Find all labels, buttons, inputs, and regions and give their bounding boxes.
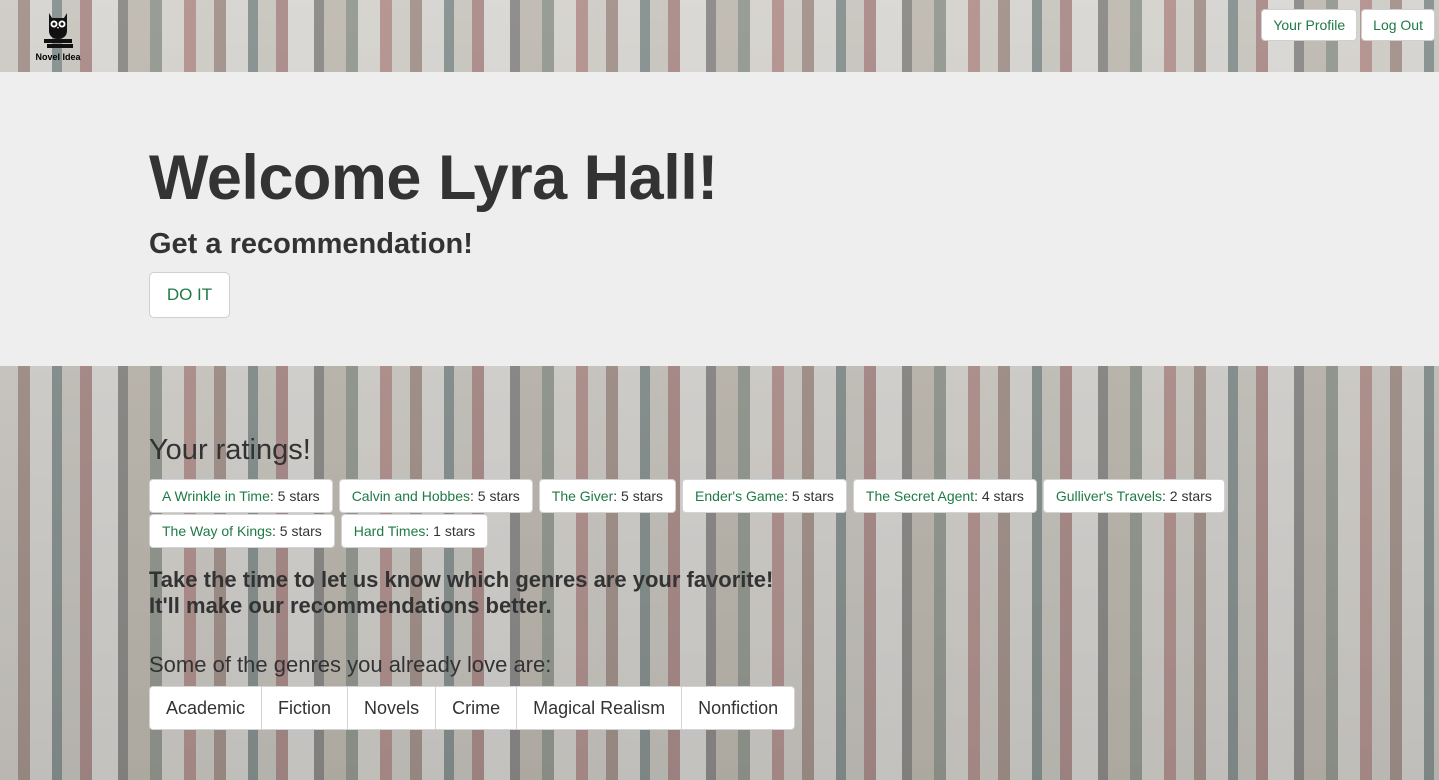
rating-book-link[interactable]: Ender's Game	[695, 488, 784, 504]
rating-book-link[interactable]: Hard Times	[354, 523, 426, 539]
rating-book-link[interactable]: The Giver	[552, 488, 613, 504]
favorite-genres-heading: Some of the genres you already love are:	[149, 652, 552, 677]
rating-book-link[interactable]: A Wrinkle in Time	[162, 488, 270, 504]
rating-item: A Wrinkle in Time : 5 stars	[149, 479, 333, 513]
brand-logo[interactable]: Novel Idea	[28, 10, 88, 68]
genre-tag[interactable]: Novels	[348, 687, 437, 729]
rating-item: Gulliver's Travels : 2 stars	[1042, 479, 1225, 513]
ratings-list: A Wrinkle in Time : 5 stars Calvin and H…	[149, 479, 1289, 548]
genre-prompt-line-2: It'll make our recommendations better.	[149, 593, 552, 618]
welcome-jumbotron: Welcome Lyra Hall! Get a recommendation!…	[0, 72, 1439, 366]
rating-item: Calvin and Hobbes : 5 stars	[338, 479, 533, 513]
rating-book-link[interactable]: The Way of Kings	[162, 523, 272, 539]
ratings-heading: Your ratings!	[149, 434, 311, 466]
genre-tag[interactable]: Fiction	[262, 687, 349, 729]
rating-item: The Secret Agent : 4 stars	[852, 479, 1037, 513]
genre-tag[interactable]: Crime	[436, 687, 518, 729]
owl-on-books-icon	[44, 13, 73, 48]
brand-name: Novel Idea	[35, 52, 81, 62]
rating-item: The Way of Kings : 5 stars	[149, 514, 335, 548]
rating-item: Hard Times : 1 stars	[340, 514, 489, 548]
top-actions: Your Profile Log Out	[1261, 9, 1435, 41]
rating-book-link[interactable]: Gulliver's Travels	[1056, 488, 1162, 504]
rating-stars: : 5 stars	[469, 488, 520, 504]
rating-item: The Giver : 5 stars	[538, 479, 677, 513]
rating-stars: : 5 stars	[784, 488, 834, 504]
welcome-heading: Welcome Lyra Hall!	[149, 143, 718, 213]
genre-tag[interactable]: Academic	[150, 687, 263, 729]
genre-tag[interactable]: Nonfiction	[682, 687, 794, 729]
rating-stars: : 4 stars	[974, 488, 1024, 504]
rating-stars: : 5 stars	[613, 488, 664, 504]
rating-stars: : 1 stars	[425, 523, 476, 539]
favorite-genres-list: Academic Fiction Novels Crime Magical Re…	[149, 686, 796, 730]
rating-item: Ender's Game : 5 stars	[682, 479, 847, 513]
rating-book-link[interactable]: Calvin and Hobbes	[352, 488, 470, 504]
rating-stars: : 5 stars	[269, 488, 320, 504]
recommendation-subheading: Get a recommendation!	[149, 228, 473, 260]
genre-tag[interactable]: Magical Realism	[517, 687, 683, 729]
rating-book-link[interactable]: The Secret Agent	[866, 488, 974, 504]
top-navbar: Novel Idea Your Profile Log Out	[0, 0, 1439, 72]
genre-prompt-line-1: Take the time to let us know which genre…	[149, 567, 774, 592]
rating-stars: : 5 stars	[271, 523, 322, 539]
rating-stars: : 2 stars	[1162, 488, 1212, 504]
your-profile-button[interactable]: Your Profile	[1261, 9, 1358, 41]
do-it-button[interactable]: DO IT	[149, 272, 230, 318]
genre-prompt: Take the time to let us know which genre…	[149, 567, 773, 619]
log-out-button[interactable]: Log Out	[1361, 9, 1435, 41]
